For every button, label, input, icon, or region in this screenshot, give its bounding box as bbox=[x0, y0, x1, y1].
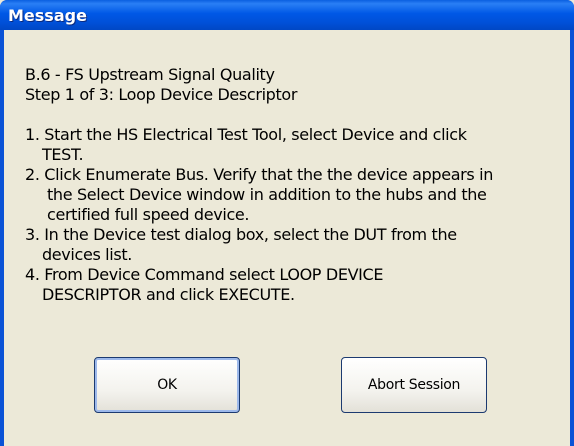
message-text: B.6 - FS Upstream Signal Quality Step 1 … bbox=[25, 65, 493, 305]
instruction-3-cont: devices list. bbox=[42, 245, 133, 264]
dialog-title: Message bbox=[8, 6, 87, 25]
message-heading: B.6 - FS Upstream Signal Quality bbox=[25, 65, 275, 84]
instruction-4-cont: DESCRIPTOR and click EXECUTE. bbox=[42, 285, 295, 304]
ok-button[interactable]: OK bbox=[94, 357, 240, 413]
message-dialog: Message B.6 - FS Upstream Signal Quality… bbox=[0, 0, 574, 446]
instruction-1: 1. Start the HS Electrical Test Tool, se… bbox=[25, 125, 467, 144]
instruction-4: 4. From Device Command select LOOP DEVIC… bbox=[25, 265, 384, 284]
instruction-2-cont-2: certified full speed device. bbox=[47, 205, 250, 224]
title-bar[interactable]: Message bbox=[0, 0, 574, 30]
instruction-1-cont: TEST. bbox=[42, 145, 84, 164]
instruction-2-cont: the Select Device window in addition to … bbox=[47, 185, 487, 204]
dialog-body: B.6 - FS Upstream Signal Quality Step 1 … bbox=[4, 30, 570, 446]
message-step: Step 1 of 3: Loop Device Descriptor bbox=[25, 85, 298, 104]
abort-session-button[interactable]: Abort Session bbox=[341, 357, 487, 413]
instruction-3: 3. In the Device test dialog box, select… bbox=[25, 225, 457, 244]
instruction-2: 2. Click Enumerate Bus. Verify that the … bbox=[25, 165, 493, 184]
